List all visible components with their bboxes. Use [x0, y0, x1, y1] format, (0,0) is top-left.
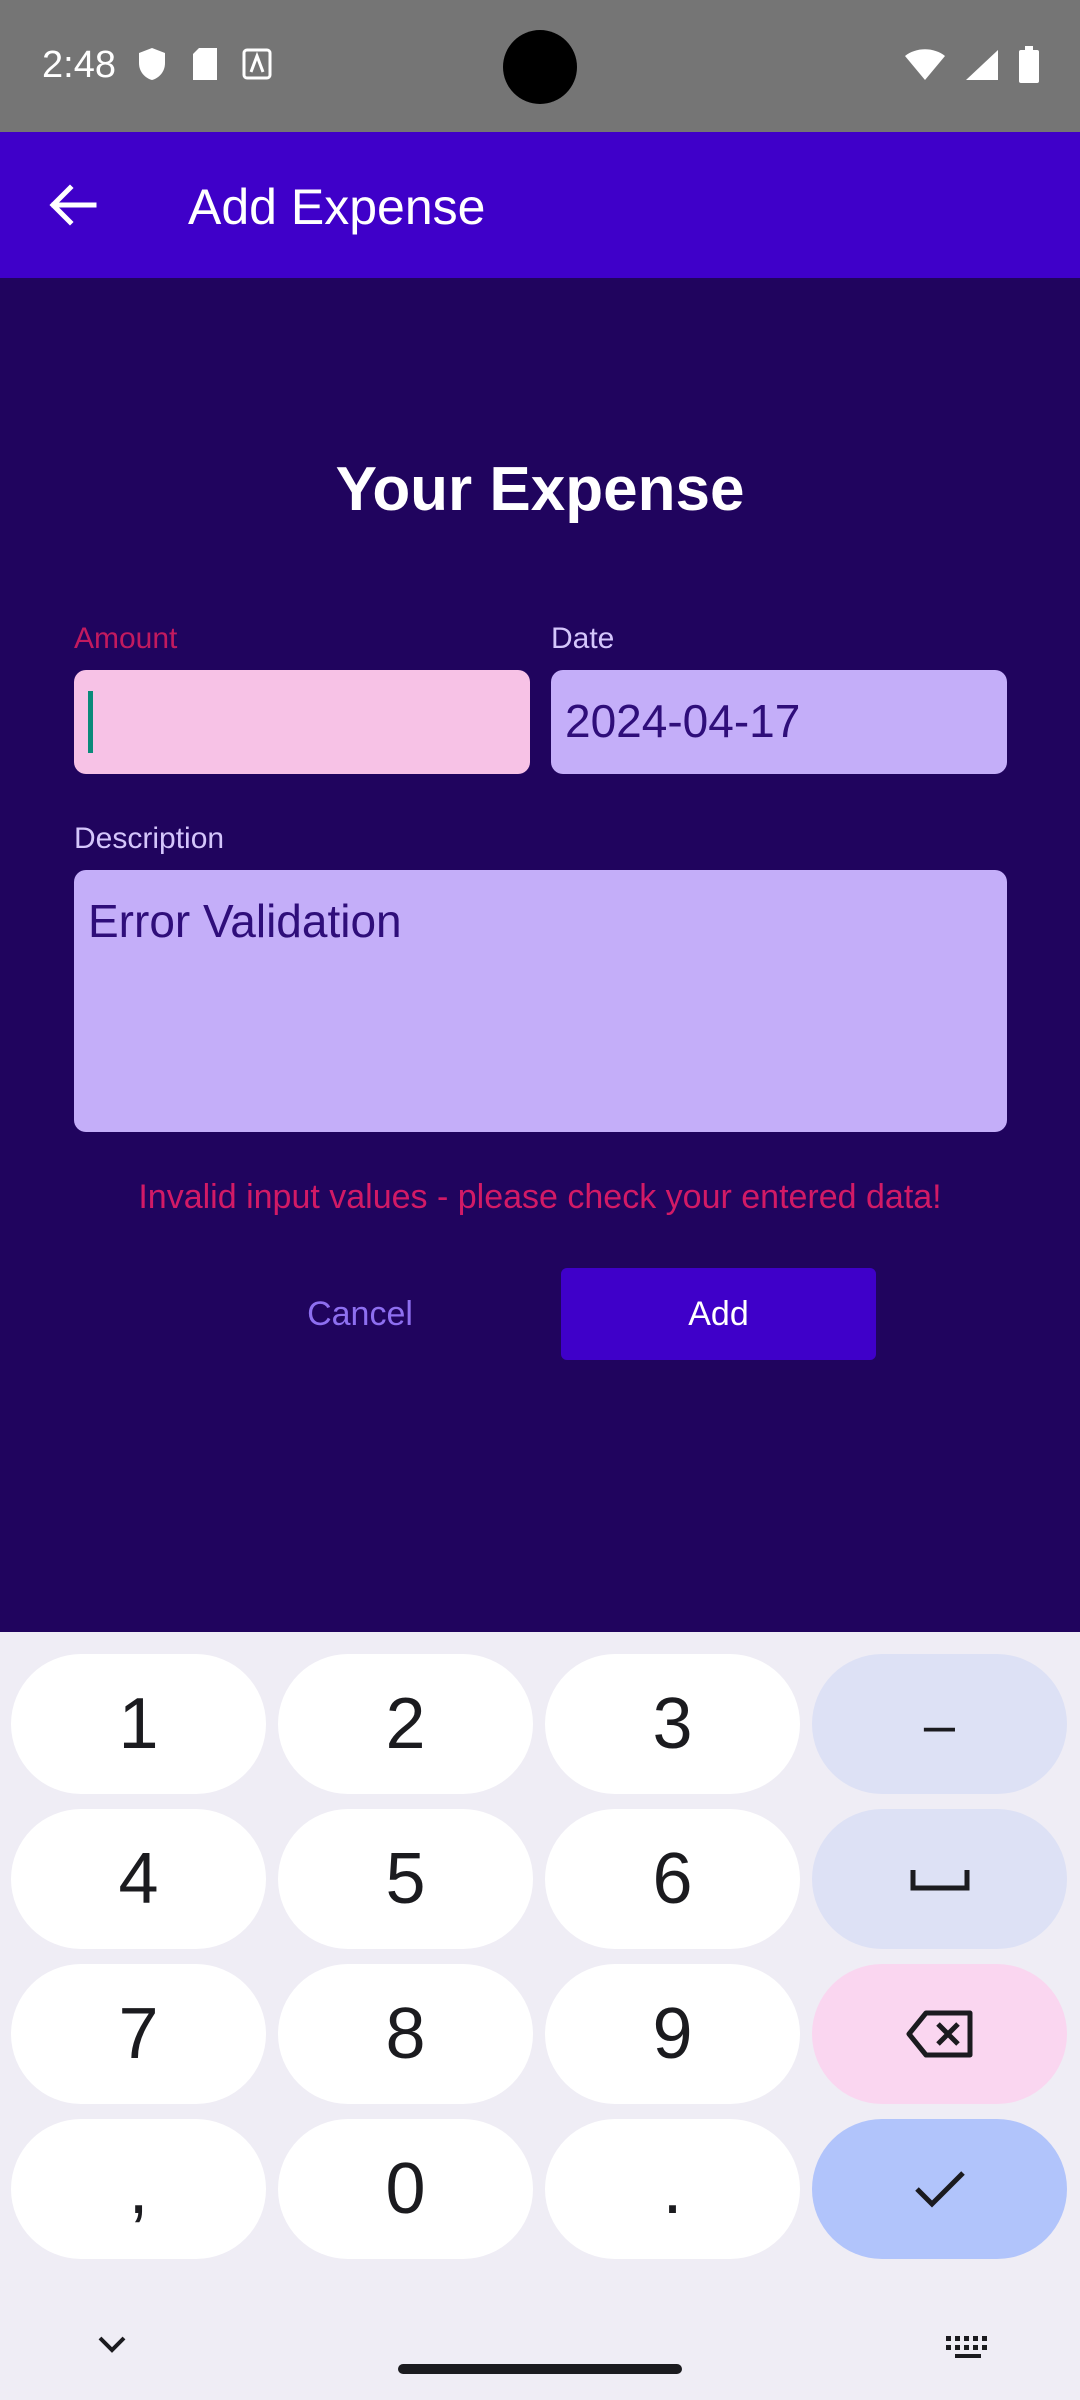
keyboard-switch-button[interactable] [942, 2322, 994, 2366]
hide-keyboard-button[interactable] [90, 2322, 134, 2366]
font-icon [242, 48, 272, 80]
key-0[interactable]: 0 [278, 2119, 533, 2259]
key-5[interactable]: 5 [278, 1809, 533, 1949]
status-bar: 2:48 [0, 0, 1080, 132]
key-9[interactable]: 9 [545, 1964, 800, 2104]
key-8[interactable]: 8 [278, 1964, 533, 2104]
date-label: Date [551, 622, 615, 655]
key-7[interactable]: 7 [11, 1964, 266, 2104]
key-6[interactable]: 6 [545, 1809, 800, 1949]
key-4[interactable]: 4 [11, 1809, 266, 1949]
key-done[interactable] [812, 2119, 1067, 2259]
key-space[interactable] [812, 1809, 1067, 1949]
amount-label: Amount [74, 622, 178, 655]
status-time: 2:48 [42, 44, 116, 86]
cancel-button[interactable]: Cancel [220, 1268, 500, 1360]
app-bar: Add Expense [0, 132, 1080, 278]
key-1[interactable]: 1 [11, 1654, 266, 1794]
error-message: Invalid input values - please check your… [138, 1178, 942, 1216]
key-backspace[interactable] [812, 1964, 1067, 2104]
sd-card-icon [193, 48, 217, 80]
add-button[interactable]: Add [561, 1268, 876, 1360]
description-label: Description [74, 822, 225, 855]
back-button[interactable] [40, 172, 106, 238]
app-title: Add Expense [188, 179, 486, 235]
form-heading: Your Expense [335, 455, 745, 524]
arrow-back-icon [49, 184, 97, 226]
shield-icon [139, 48, 165, 80]
amount-field[interactable] [74, 670, 530, 774]
date-field[interactable]: 2024-04-17 [551, 670, 1007, 774]
numeric-keyboard: 1 2 3 – 4 5 6 7 8 9 , 0 . [0, 1632, 1080, 2400]
chevron-down-icon [98, 2336, 126, 2353]
key-minus[interactable]: – [812, 1654, 1067, 1794]
expense-form: Your Expense Amount Date 2024-04-17 Desc… [0, 278, 1080, 1632]
battery-icon [1019, 46, 1039, 83]
wifi-icon [905, 49, 945, 80]
key-3[interactable]: 3 [545, 1654, 800, 1794]
backspace-icon [906, 2010, 972, 2058]
camera-cutout [503, 30, 577, 104]
description-field[interactable]: Error Validation [74, 870, 1007, 1132]
keyboard-icon [946, 2336, 987, 2358]
notification-icons [136, 46, 272, 82]
system-icons [904, 46, 1040, 84]
navigation-handle[interactable] [398, 2364, 682, 2374]
signal-icon [966, 50, 998, 80]
space-bar-icon [910, 1870, 969, 1891]
key-comma[interactable]: , [11, 2119, 266, 2259]
checkmark-icon [914, 2171, 965, 2208]
text-cursor [88, 691, 93, 753]
key-2[interactable]: 2 [278, 1654, 533, 1794]
key-dot[interactable]: . [545, 2119, 800, 2259]
